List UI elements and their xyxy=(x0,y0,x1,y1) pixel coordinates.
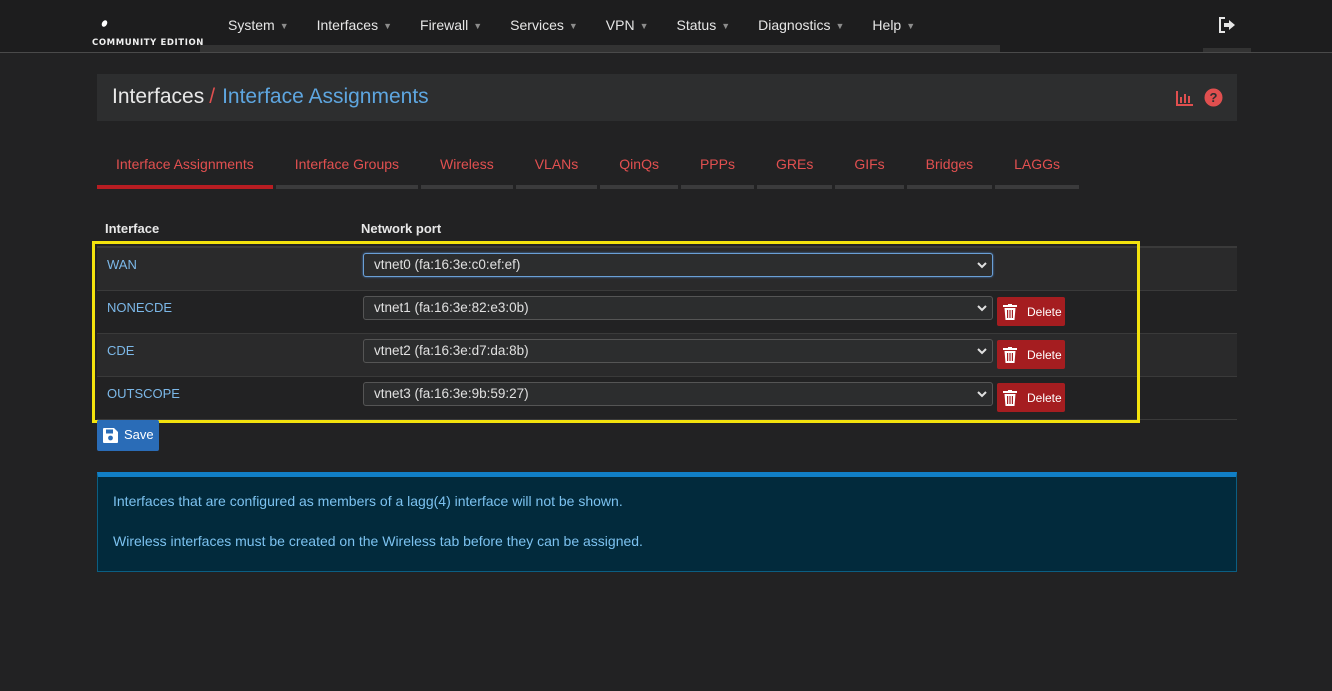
network-port-select[interactable]: vtnet0 (fa:16:3e:c0:ef:ef) xyxy=(363,253,993,277)
delete-button[interactable]: Delete xyxy=(997,297,1065,326)
network-port-select[interactable]: vtnet3 (fa:16:3e:9b:59:27) xyxy=(363,382,993,406)
logout-icon xyxy=(1219,17,1235,33)
delete-label: Delete xyxy=(1027,348,1062,362)
menu-services[interactable]: Services ▼ xyxy=(496,0,592,50)
menu-diagnostics[interactable]: Diagnostics ▼ xyxy=(744,0,858,50)
menu-vpn[interactable]: VPN ▼ xyxy=(592,0,663,50)
caret-down-icon: ▼ xyxy=(473,21,483,31)
menu-firewall[interactable]: Firewall ▼ xyxy=(406,0,496,50)
pfsense-logo[interactable]: COMMUNITY EDITION xyxy=(92,18,203,52)
delete-button[interactable]: Delete xyxy=(997,383,1065,412)
bar-chart-icon[interactable] xyxy=(1176,90,1194,106)
help-icon[interactable]: ? xyxy=(1204,88,1223,107)
top-navbar: COMMUNITY EDITION System ▼ Interfaces ▼ Fi… xyxy=(0,0,1332,53)
menu-label: System xyxy=(228,17,275,33)
menu-label: Status xyxy=(676,17,717,33)
caret-down-icon: ▼ xyxy=(721,21,731,31)
assignments-table: Interface Network port WAN vtnet0 (fa:16… xyxy=(97,214,1237,420)
info-alert: Interfaces that are configured as member… xyxy=(97,472,1237,572)
menu-label: Firewall xyxy=(420,17,469,33)
table-row: OUTSCOPE vtnet3 (fa:16:3e:9b:59:27) Dele… xyxy=(97,377,1237,420)
select-value: vtnet2 (fa:16:3e:d7:da:8b) xyxy=(374,343,529,358)
delete-label: Delete xyxy=(1027,305,1062,319)
tab-bar: Interface Assignments Interface Groups W… xyxy=(97,145,1082,189)
breadcrumb: Interfaces / Interface Assignments xyxy=(112,85,429,109)
network-port-select[interactable]: vtnet2 (fa:16:3e:d7:da:8b) xyxy=(363,339,993,363)
interface-link-nonecde[interactable]: NONECDE xyxy=(107,300,172,315)
tab-gres[interactable]: GREs xyxy=(756,145,833,189)
chevron-down-icon xyxy=(977,348,987,355)
trash-icon xyxy=(1003,347,1017,363)
menu-label: Services xyxy=(510,17,564,33)
trash-icon xyxy=(1003,390,1017,406)
chevron-down-icon xyxy=(977,262,987,269)
floppy-disk-icon xyxy=(103,428,118,443)
table-row: NONECDE vtnet1 (fa:16:3e:82:e3:0b) Delet… xyxy=(97,291,1237,334)
menu-system[interactable]: System ▼ xyxy=(214,0,303,50)
edition-label: COMMUNITY EDITION xyxy=(92,38,204,48)
menu-help[interactable]: Help ▼ xyxy=(858,0,929,50)
table-header: Interface Network port xyxy=(97,214,1237,248)
tab-interface-assignments[interactable]: Interface Assignments xyxy=(97,145,273,189)
breadcrumb-panel: Interfaces / Interface Assignments ? xyxy=(97,74,1237,121)
menu-interfaces[interactable]: Interfaces ▼ xyxy=(303,0,406,50)
logo-mark-icon xyxy=(100,19,109,28)
table-row: CDE vtnet2 (fa:16:3e:d7:da:8b) Delete xyxy=(97,334,1237,377)
delete-label: Delete xyxy=(1027,391,1062,405)
tab-ppps[interactable]: PPPs xyxy=(680,145,754,189)
interface-link-outscope[interactable]: OUTSCOPE xyxy=(107,386,180,401)
trash-icon xyxy=(1003,304,1017,320)
menu-label: Diagnostics xyxy=(758,17,831,33)
column-header-network-port: Network port xyxy=(361,221,442,236)
tab-laggs[interactable]: LAGGs xyxy=(995,145,1079,189)
info-text: Interfaces that are configured as member… xyxy=(113,493,623,509)
save-button[interactable]: Save xyxy=(97,420,159,451)
menu-label: VPN xyxy=(605,17,635,33)
interface-link-cde[interactable]: CDE xyxy=(107,343,134,358)
table-row: WAN vtnet0 (fa:16:3e:c0:ef:ef) xyxy=(97,248,1237,291)
column-header-interface: Interface xyxy=(105,221,160,236)
main-menu: System ▼ Interfaces ▼ Firewall ▼ Services ▼ … xyxy=(214,0,929,50)
delete-button[interactable]: Delete xyxy=(997,340,1065,369)
logout-button[interactable] xyxy=(1203,10,1251,52)
select-value: vtnet3 (fa:16:3e:9b:59:27) xyxy=(374,386,529,401)
menu-label: Interfaces xyxy=(316,17,379,33)
menu-label: Help xyxy=(872,17,902,33)
info-text: Wireless interfaces must be created on t… xyxy=(113,533,643,549)
tab-wireless[interactable]: Wireless xyxy=(421,145,513,189)
breadcrumb-actions: ? xyxy=(1176,88,1223,107)
interface-link-wan[interactable]: WAN xyxy=(107,257,137,272)
chevron-down-icon xyxy=(977,391,987,398)
network-port-select[interactable]: vtnet1 (fa:16:3e:82:e3:0b) xyxy=(363,296,993,320)
tab-qinqs[interactable]: QinQs xyxy=(600,145,678,189)
select-value: vtnet1 (fa:16:3e:82:e3:0b) xyxy=(374,300,529,315)
caret-down-icon: ▼ xyxy=(383,21,393,31)
tab-gifs[interactable]: GIFs xyxy=(835,145,905,189)
caret-down-icon: ▼ xyxy=(835,21,845,31)
caret-down-icon: ▼ xyxy=(906,21,916,31)
tab-bridges[interactable]: Bridges xyxy=(906,145,993,189)
svg-text:?: ? xyxy=(1210,90,1218,105)
breadcrumb-separator: / xyxy=(209,85,216,108)
page-title[interactable]: Interface Assignments xyxy=(222,85,429,108)
caret-down-icon: ▼ xyxy=(568,21,578,31)
chevron-down-icon xyxy=(977,305,987,312)
breadcrumb-parent[interactable]: Interfaces xyxy=(112,85,204,108)
menu-status[interactable]: Status ▼ xyxy=(663,0,745,50)
caret-down-icon: ▼ xyxy=(279,21,289,31)
tab-interface-groups[interactable]: Interface Groups xyxy=(275,145,419,189)
select-value: vtnet0 (fa:16:3e:c0:ef:ef) xyxy=(374,257,521,272)
save-label: Save xyxy=(124,427,154,442)
tab-vlans[interactable]: VLANs xyxy=(515,145,598,189)
caret-down-icon: ▼ xyxy=(639,21,649,31)
